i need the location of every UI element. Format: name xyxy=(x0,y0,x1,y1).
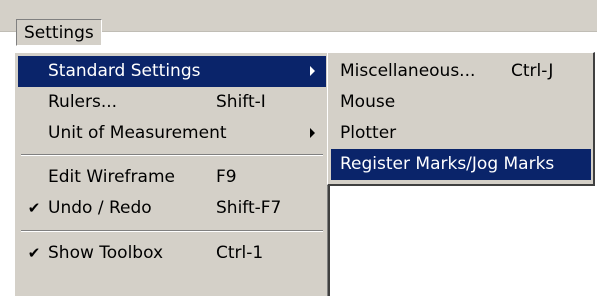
menu-settings[interactable]: Settings xyxy=(16,19,102,46)
menu-item-label: Unit of Measurement xyxy=(48,123,227,143)
standard-settings-submenu: Miscellaneous... Ctrl-J Mouse Plotter Re… xyxy=(327,52,595,186)
submenu-item-label: Plotter xyxy=(340,123,397,143)
menu-item-label: Undo / Redo xyxy=(48,198,152,218)
menu-item-shortcut: F9 xyxy=(216,167,237,187)
check-icon: ✔ xyxy=(27,199,41,217)
submenu-item-mouse[interactable]: Mouse xyxy=(331,87,591,118)
menu-settings-label: Settings xyxy=(24,23,94,43)
menu-separator xyxy=(21,230,323,232)
submenu-arrow-icon xyxy=(310,66,315,76)
menu-item-shortcut: Ctrl-1 xyxy=(216,243,264,263)
menu-item-edit-wireframe[interactable]: Edit Wireframe F9 xyxy=(18,162,326,193)
menu-separator xyxy=(21,154,323,156)
menu-item-label: Standard Settings xyxy=(48,61,201,81)
menu-item-unit-of-measurement[interactable]: Unit of Measurement xyxy=(18,118,326,149)
menu-item-undo-redo[interactable]: ✔ Undo / Redo Shift-F7 xyxy=(18,193,326,224)
submenu-item-plotter[interactable]: Plotter xyxy=(331,118,591,149)
submenu-arrow-icon xyxy=(310,128,315,138)
submenu-item-shortcut: Ctrl-J xyxy=(511,61,554,81)
submenu-item-label: Register Marks/Jog Marks xyxy=(340,154,555,174)
menu-item-shortcut: Shift-I xyxy=(216,92,266,112)
check-icon: ✔ xyxy=(27,244,41,262)
submenu-item-miscellaneous[interactable]: Miscellaneous... Ctrl-J xyxy=(331,56,591,87)
menu-item-rulers[interactable]: Rulers... Shift-I xyxy=(18,87,326,118)
menu-item-show-toolbox[interactable]: ✔ Show Toolbox Ctrl-1 xyxy=(18,238,326,269)
submenu-item-label: Miscellaneous... xyxy=(340,61,476,81)
menu-item-shortcut: Shift-F7 xyxy=(216,198,282,218)
settings-dropdown: Standard Settings Rulers... Shift-I Unit… xyxy=(14,52,330,296)
submenu-item-label: Mouse xyxy=(340,92,396,112)
menu-item-label: Edit Wireframe xyxy=(48,167,175,187)
menu-item-label: Rulers... xyxy=(48,92,118,112)
screen: Settings Standard Settings Rulers... Shi… xyxy=(0,0,597,296)
menu-item-standard-settings[interactable]: Standard Settings xyxy=(18,56,326,87)
submenu-item-register-marks[interactable]: Register Marks/Jog Marks xyxy=(331,149,591,180)
menu-item-label: Show Toolbox xyxy=(48,243,164,263)
